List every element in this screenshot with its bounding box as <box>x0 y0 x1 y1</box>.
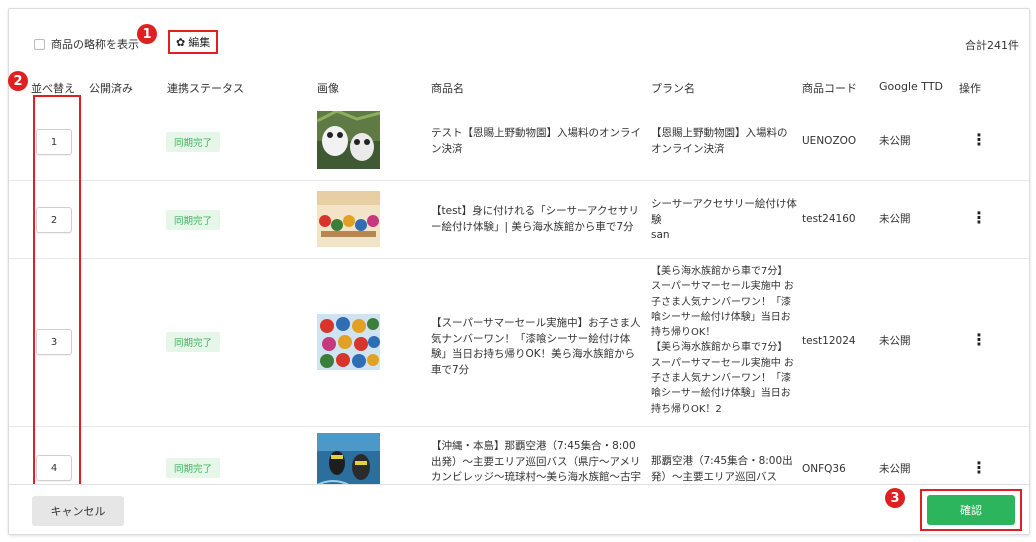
table-row: 3 同期完了 【スーパーサマーセール実施中】お子さま人気ナンバーワン！「漆喰シー… <box>9 259 1029 427</box>
cancel-button[interactable]: キャンセル <box>32 496 124 526</box>
toolbar: 商品の略称を表示 ✿ 編集 合計241件 <box>9 9 1029 67</box>
status-badge: 同期完了 <box>166 458 221 478</box>
confirm-button[interactable]: 確認 <box>927 495 1015 525</box>
product-code: ONFQ36 <box>802 463 846 475</box>
col-status: 連携ステータス <box>167 82 244 95</box>
product-thumbnail <box>317 191 380 247</box>
status-badge: 同期完了 <box>166 132 221 152</box>
status-badge: 同期完了 <box>166 210 221 230</box>
table-row: 4 同期完了 【沖縄・本島】那覇空港（7:45集合・8:00出発）～主要エリア巡… <box>9 427 1029 486</box>
google-ttd-status: 未公開 <box>879 135 911 147</box>
confirm-highlight: 確認 <box>920 489 1022 531</box>
plan-name: シーサーアクセサリー絵付け体験 san <box>651 198 797 241</box>
more-options-icon[interactable]: ⋮ <box>971 330 987 349</box>
plan-name: 【恩賜上野動物園】入場料のオンライン決済 <box>651 127 788 155</box>
col-order[interactable]: 並べ替え <box>31 80 75 96</box>
product-name: 【test】身に付けれる「シーサーアクセサリー絵付け体験」| 美ら海水族館から車… <box>431 205 640 233</box>
col-published: 公開済み <box>89 82 133 95</box>
more-options-icon[interactable]: ⋮ <box>971 458 987 477</box>
edit-button[interactable]: ✿ 編集 <box>168 30 219 54</box>
col-google-ttd: Google TTD <box>879 80 944 93</box>
product-code: UENOZOO <box>802 135 857 147</box>
plan-name: 那覇空港（7:45集合・8:00出発）～主要エリア巡回バス <box>651 455 793 483</box>
edit-order-panel: 商品の略称を表示 ✿ 編集 合計241件 並べ替え 公開済み 連携ステータス 画… <box>8 8 1030 535</box>
product-name: 【沖縄・本島】那覇空港（7:45集合・8:00出発）～主要エリア巡回バス（県庁～… <box>431 440 641 483</box>
annotation-marker-1: 1 <box>137 24 157 44</box>
product-name: 【スーパーサマーセール実施中】お子さま人気ナンバーワン！「漆喰シーサー絵付け体験… <box>431 317 641 376</box>
product-code: test12024 <box>802 335 856 347</box>
google-ttd-status: 未公開 <box>879 335 911 347</box>
gear-icon: ✿ <box>176 35 186 49</box>
google-ttd-status: 未公開 <box>879 213 911 225</box>
more-options-icon[interactable]: ⋮ <box>971 208 987 227</box>
table-row: 2 同期完了 【test】身に付けれる「シーサーアクセサリー絵付け体験」| 美ら… <box>9 181 1029 259</box>
total-count: 合計241件 <box>965 39 1019 52</box>
product-thumbnail <box>317 314 380 370</box>
more-options-icon[interactable]: ⋮ <box>971 130 987 149</box>
table-body: 1 同期完了 テスト【恩賜上野動物園】入場料のオンライン決済 【恩賜上野動物園】… <box>9 103 1029 486</box>
product-name: テスト【恩賜上野動物園】入場料のオンライン決済 <box>431 127 641 155</box>
col-product-name: 商品名 <box>431 82 464 95</box>
footer-bar: キャンセル 確認 <box>9 484 1029 534</box>
plan-name: 【美ら海水族館から車で7分】スーパーサマーセール実施中 お子さま人気ナンバーワン… <box>651 266 794 415</box>
product-code: test24160 <box>802 213 856 225</box>
col-plan-name: プラン名 <box>651 82 695 95</box>
google-ttd-status: 未公開 <box>879 463 911 475</box>
product-thumbnail <box>317 433 380 486</box>
product-thumbnail <box>317 111 380 169</box>
abbreviation-checkbox[interactable] <box>34 38 45 50</box>
table-row: 1 同期完了 テスト【恩賜上野動物園】入場料のオンライン決済 【恩賜上野動物園】… <box>9 103 1029 181</box>
order-column-highlight <box>33 95 81 490</box>
col-product-code: 商品コード <box>802 82 857 95</box>
status-badge: 同期完了 <box>166 332 221 352</box>
annotation-marker-2: 2 <box>8 71 28 91</box>
col-action: 操作 <box>959 82 981 95</box>
annotation-marker-3: 3 <box>885 488 905 508</box>
abbreviation-label: 商品の略称を表示 <box>51 38 139 51</box>
table-header: 並べ替え 公開済み 連携ステータス 画像 商品名 プラン名 商品コード Goog… <box>9 67 1029 103</box>
col-image: 画像 <box>317 82 339 95</box>
show-abbreviation-toggle[interactable]: 商品の略称を表示 <box>34 36 139 52</box>
edit-label: 編集 <box>188 36 211 49</box>
